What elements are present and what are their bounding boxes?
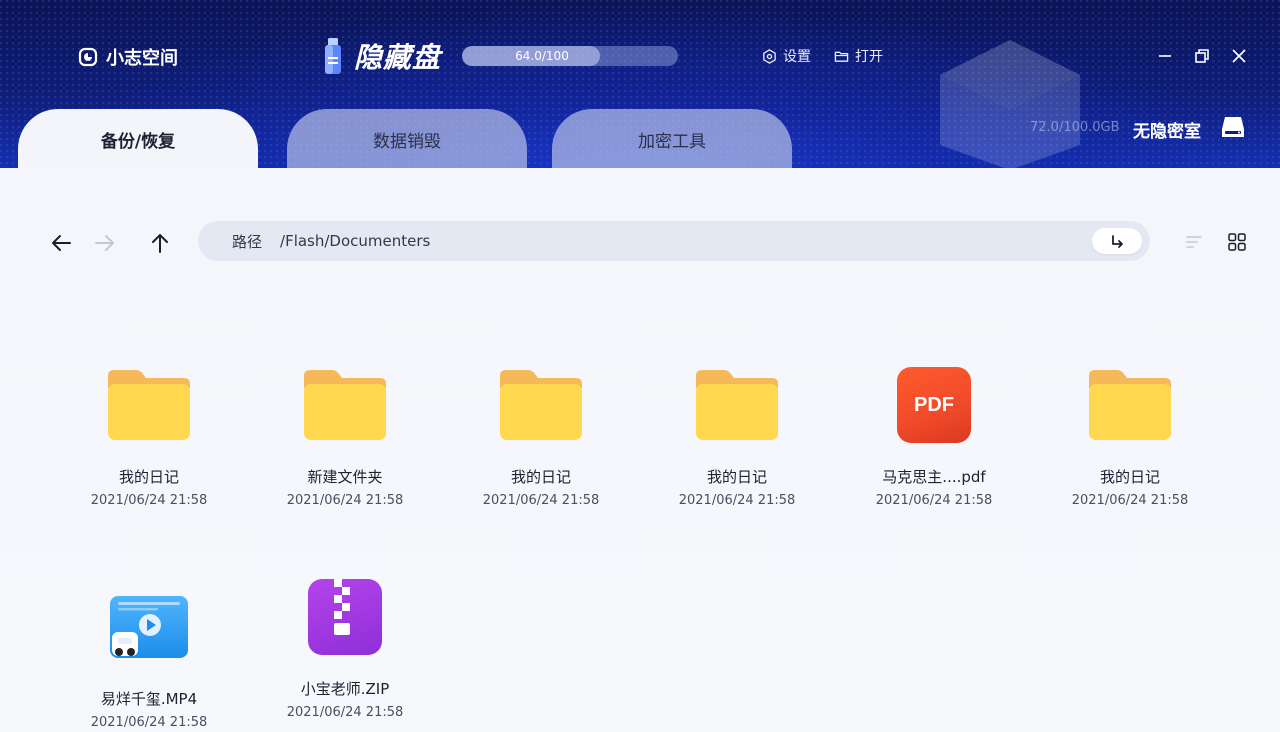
usb-drive-icon [325, 38, 341, 74]
file-date: 2021/06/24 21:58 [90, 493, 208, 508]
cube-decoration [940, 40, 1080, 168]
path-label: 路径 [232, 232, 263, 251]
brand-logo-icon [78, 47, 98, 67]
tab-backup-restore[interactable]: 备份/恢复 [18, 109, 258, 168]
file-name: 我的日记 [706, 468, 767, 486]
file-name: 新建文件夹 [307, 468, 383, 486]
capacity-text: 64.0/100 [515, 49, 569, 63]
path-go-button[interactable] [1092, 228, 1142, 254]
file-name: 我的日记 [118, 468, 179, 486]
restore-icon [1195, 49, 1209, 63]
tab-encrypt-tools[interactable]: 加密工具 [552, 109, 792, 168]
file-date: 2021/06/24 21:58 [678, 493, 796, 508]
video-file-icon [104, 582, 194, 672]
close-icon [1232, 49, 1246, 63]
file-browser: 路径 /Flash/Documenters 我的日记 2021/06/24 21… [0, 168, 1280, 732]
minimize-icon [1159, 55, 1171, 57]
file-item-folder[interactable]: 我的日记 2021/06/24 21:58 [69, 360, 229, 520]
file-name: 我的日记 [1099, 468, 1160, 486]
file-item-pdf[interactable]: PDF 马克思主....pdf 2021/06/24 21:58 [854, 360, 1014, 520]
folder-icon [300, 360, 390, 450]
title-bar: 小志空间 隐藏盘 64.0/100 设置 打开 备份/恢复 数据销毁 加密工具 … [0, 0, 1280, 168]
file-date: 2021/06/24 21:58 [286, 493, 404, 508]
close-button[interactable] [1227, 44, 1251, 68]
sort-lines-icon [1186, 236, 1202, 248]
minimize-button[interactable] [1153, 44, 1177, 68]
folder-open-icon [834, 51, 849, 62]
file-name: 易烊千玺.MP4 [100, 690, 198, 708]
drive-icon[interactable] [1219, 113, 1247, 141]
tab-label: 加密工具 [638, 131, 706, 152]
folder-icon [1085, 360, 1175, 450]
file-item-zip[interactable]: 小宝老师.ZIP 2021/06/24 21:58 [265, 572, 425, 732]
file-item-video[interactable]: 易烊千玺.MP4 2021/06/24 21:58 [69, 582, 229, 732]
folder-icon [496, 360, 586, 450]
tab-data-destroy[interactable]: 数据销毁 [287, 109, 527, 168]
product-header: 隐藏盘 [322, 36, 441, 76]
restore-button[interactable] [1190, 44, 1214, 68]
file-date: 2021/06/24 21:58 [286, 705, 404, 720]
tab-label: 备份/恢复 [100, 131, 176, 152]
settings-label: 设置 [783, 49, 811, 65]
arrow-right-icon [95, 235, 114, 251]
pdf-icon: PDF [889, 360, 979, 450]
tab-label: 数据销毁 [373, 131, 441, 152]
open-button[interactable]: 打开 [834, 46, 883, 66]
pdf-badge: PDF [897, 367, 971, 443]
file-name: 马克思主....pdf [882, 468, 986, 486]
hexagon-gear-icon [763, 48, 776, 64]
grid-view-button[interactable] [1226, 231, 1248, 253]
file-item-folder[interactable]: 新建文件夹 2021/06/24 21:58 [265, 360, 425, 520]
file-item-folder[interactable]: 我的日记 2021/06/24 21:58 [461, 360, 621, 520]
path-bar[interactable]: 路径 /Flash/Documenters [198, 221, 1150, 261]
enter-return-icon [1112, 235, 1123, 248]
open-label: 打开 [855, 49, 883, 65]
file-date: 2021/06/24 21:58 [90, 715, 208, 730]
path-value[interactable]: /Flash/Documenters [280, 232, 430, 250]
file-name: 小宝老师.ZIP [300, 680, 390, 698]
file-date: 2021/06/24 21:58 [875, 493, 993, 508]
sort-button[interactable] [1183, 231, 1205, 253]
zip-file-icon [300, 572, 390, 662]
brand: 小志空间 [78, 44, 178, 70]
product-title: 隐藏盘 [354, 41, 442, 74]
back-button[interactable] [48, 230, 74, 256]
storage-usage: 72.0/100.0GB [1030, 120, 1120, 135]
file-date: 2021/06/24 21:58 [482, 493, 600, 508]
file-date: 2021/06/24 21:58 [1071, 493, 1189, 508]
settings-button[interactable]: 设置 [762, 46, 811, 66]
arrow-up-icon [152, 234, 168, 253]
brand-name: 小志空间 [106, 48, 178, 69]
arrow-left-icon [52, 235, 71, 251]
file-item-folder[interactable]: 我的日记 2021/06/24 21:58 [657, 360, 817, 520]
folder-icon [692, 360, 782, 450]
vault-label[interactable]: 无隐密室 [1133, 117, 1201, 142]
forward-button[interactable] [92, 230, 118, 256]
file-name: 我的日记 [510, 468, 571, 486]
grid-view-icon [1228, 233, 1246, 251]
file-item-folder[interactable]: 我的日记 2021/06/24 21:58 [1050, 360, 1210, 520]
folder-icon [104, 360, 194, 450]
capacity-bar: 64.0/100 [462, 46, 678, 66]
up-button[interactable] [147, 230, 173, 256]
